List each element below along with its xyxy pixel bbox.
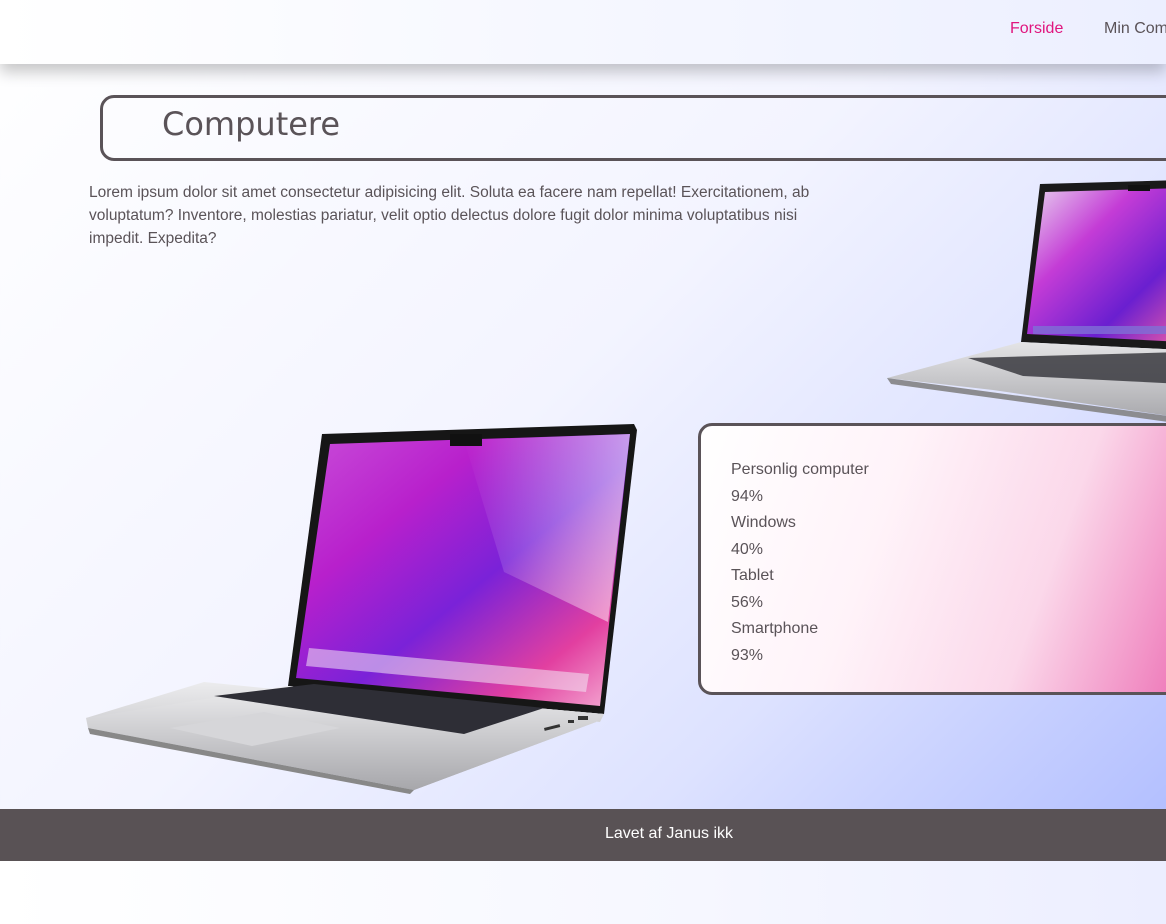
page-bottom-area [0,861,1166,924]
stat-label: Personlig computer [731,461,869,478]
page-footer: Lavet af Janus ikk [0,809,1166,861]
stat-value: 40% [731,540,764,558]
footer-text: Lavet af Janus ikk [604,825,734,842]
nav-link-forside[interactable]: Forside [1010,20,1063,38]
nav-link-min-computer[interactable]: Min Com [1104,20,1166,38]
stat-label: Tablet [731,567,774,584]
stat-label: Smartphone [731,620,819,637]
stat-value: 94% [731,487,764,505]
stat-value: 56% [731,593,764,611]
laptop-image-large [86,424,637,794]
stat-value: 93% [731,646,764,664]
stats-list: Personlig computer 94% Windows 40% Table… [731,457,869,669]
stats-card: Personlig computer 94% Windows 40% Table… [698,423,1166,695]
stat-label: Windows [731,514,796,531]
intro-paragraph: Lorem ipsum dolor sit amet consectetur a… [89,184,810,247]
laptop-image-small [887,180,1166,422]
page-title-box: Computere [100,95,1166,161]
page-title: Computere [162,105,341,143]
top-navbar: Forside Min Com [0,0,1166,64]
